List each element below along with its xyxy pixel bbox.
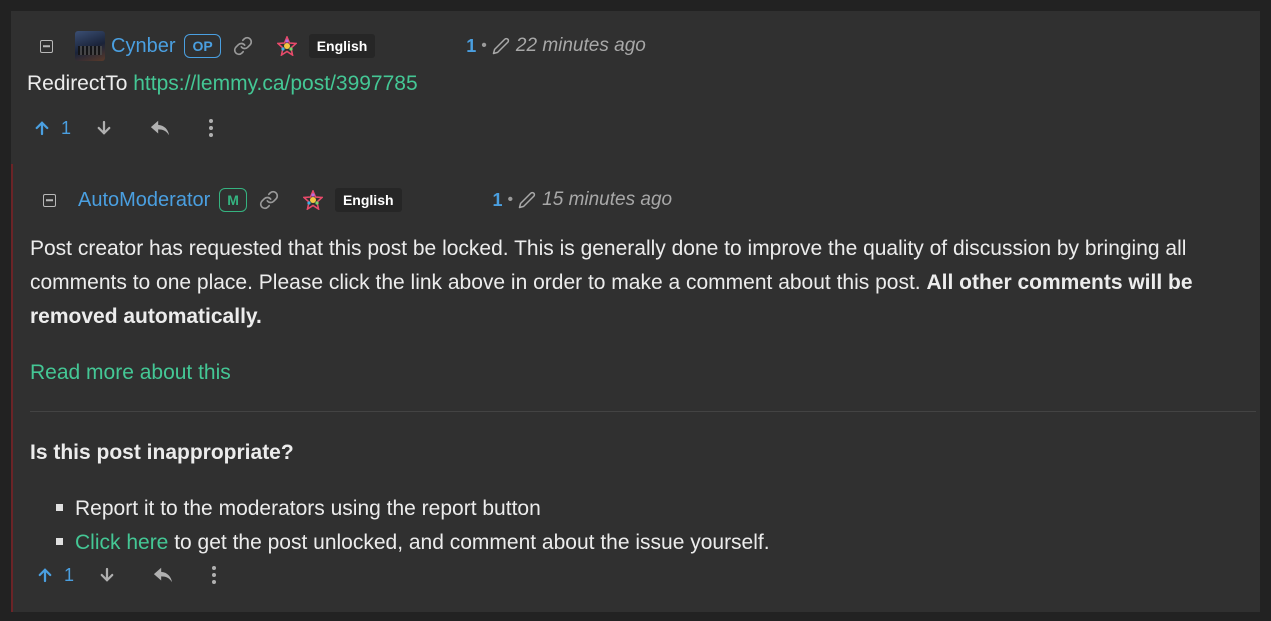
- pencil-icon: [518, 191, 536, 209]
- moderator-badge: M: [219, 188, 247, 212]
- upvote-count: 1: [64, 564, 75, 585]
- lemmy-logo-icon: [276, 36, 297, 56]
- language-tag: English: [334, 188, 402, 212]
- comment-thread: Cynber OP English 1 • 22 minutes ago Red…: [11, 11, 1260, 612]
- arrow-up-icon[interactable]: [33, 119, 51, 137]
- comment-score: 1: [492, 189, 503, 210]
- comment-actions: 1: [36, 563, 218, 587]
- list-item: Report it to the moderators using the re…: [56, 492, 770, 526]
- comment-body: RedirectTo https://lemmy.ca/post/3997785: [27, 67, 418, 101]
- lemmy-logo-icon: [302, 190, 323, 210]
- language-tag: English: [308, 34, 376, 58]
- comment-actions: 1: [33, 116, 215, 140]
- link-icon[interactable]: [259, 190, 279, 210]
- upvote-count: 1: [61, 117, 72, 138]
- comment-body: Post creator has requested that this pos…: [30, 232, 1245, 334]
- bullet-marker: [56, 503, 63, 511]
- read-more-paragraph: Read more about this: [30, 356, 231, 390]
- more-vertical-icon[interactable]: [210, 565, 218, 585]
- read-more-link[interactable]: Read more about this: [30, 361, 231, 384]
- comment-header: Cynber OP English 1 • 22 minutes ago: [40, 31, 646, 61]
- collapse-icon[interactable]: [40, 39, 53, 53]
- redirect-link[interactable]: https://lemmy.ca/post/3997785: [133, 72, 417, 95]
- click-here-link[interactable]: Click here: [75, 531, 168, 554]
- pencil-icon: [492, 37, 510, 55]
- link-icon[interactable]: [233, 36, 253, 56]
- bullet-text: to get the post unlocked, and comment ab…: [168, 531, 770, 554]
- bullet-list: Report it to the moderators using the re…: [56, 492, 770, 560]
- list-item: Click here to get the post unlocked, and…: [56, 526, 770, 560]
- op-badge: OP: [184, 34, 221, 58]
- avatar[interactable]: [75, 31, 105, 61]
- reply-icon[interactable]: [149, 118, 171, 138]
- arrow-up-icon[interactable]: [36, 566, 54, 584]
- divider: [30, 411, 1256, 412]
- bullet-marker: [56, 537, 63, 545]
- comment-header: AutoModerator M English 1 • 15 minutes a…: [43, 185, 672, 215]
- separator: •: [507, 191, 514, 208]
- comment-cynber: Cynber OP English 1 • 22 minutes ago Red…: [11, 11, 1260, 164]
- bullet-text: Report it to the moderators using the re…: [75, 497, 541, 520]
- section-heading: Is this post inappropriate?: [30, 441, 294, 464]
- arrow-down-icon[interactable]: [95, 119, 113, 137]
- reply-icon[interactable]: [152, 565, 174, 585]
- body-text: RedirectTo: [27, 72, 134, 95]
- separator: •: [481, 37, 487, 54]
- collapse-icon[interactable]: [43, 193, 56, 207]
- more-vertical-icon[interactable]: [207, 118, 215, 138]
- arrow-down-icon[interactable]: [98, 566, 116, 584]
- timestamp: 15 minutes ago: [542, 189, 673, 210]
- comment-score: 1: [466, 35, 477, 56]
- timestamp: 22 minutes ago: [515, 35, 646, 56]
- username-link[interactable]: Cynber: [111, 35, 175, 58]
- username-link[interactable]: AutoModerator: [78, 189, 210, 212]
- comment-automoderator: AutoModerator M English 1 • 15 minutes a…: [11, 164, 1262, 612]
